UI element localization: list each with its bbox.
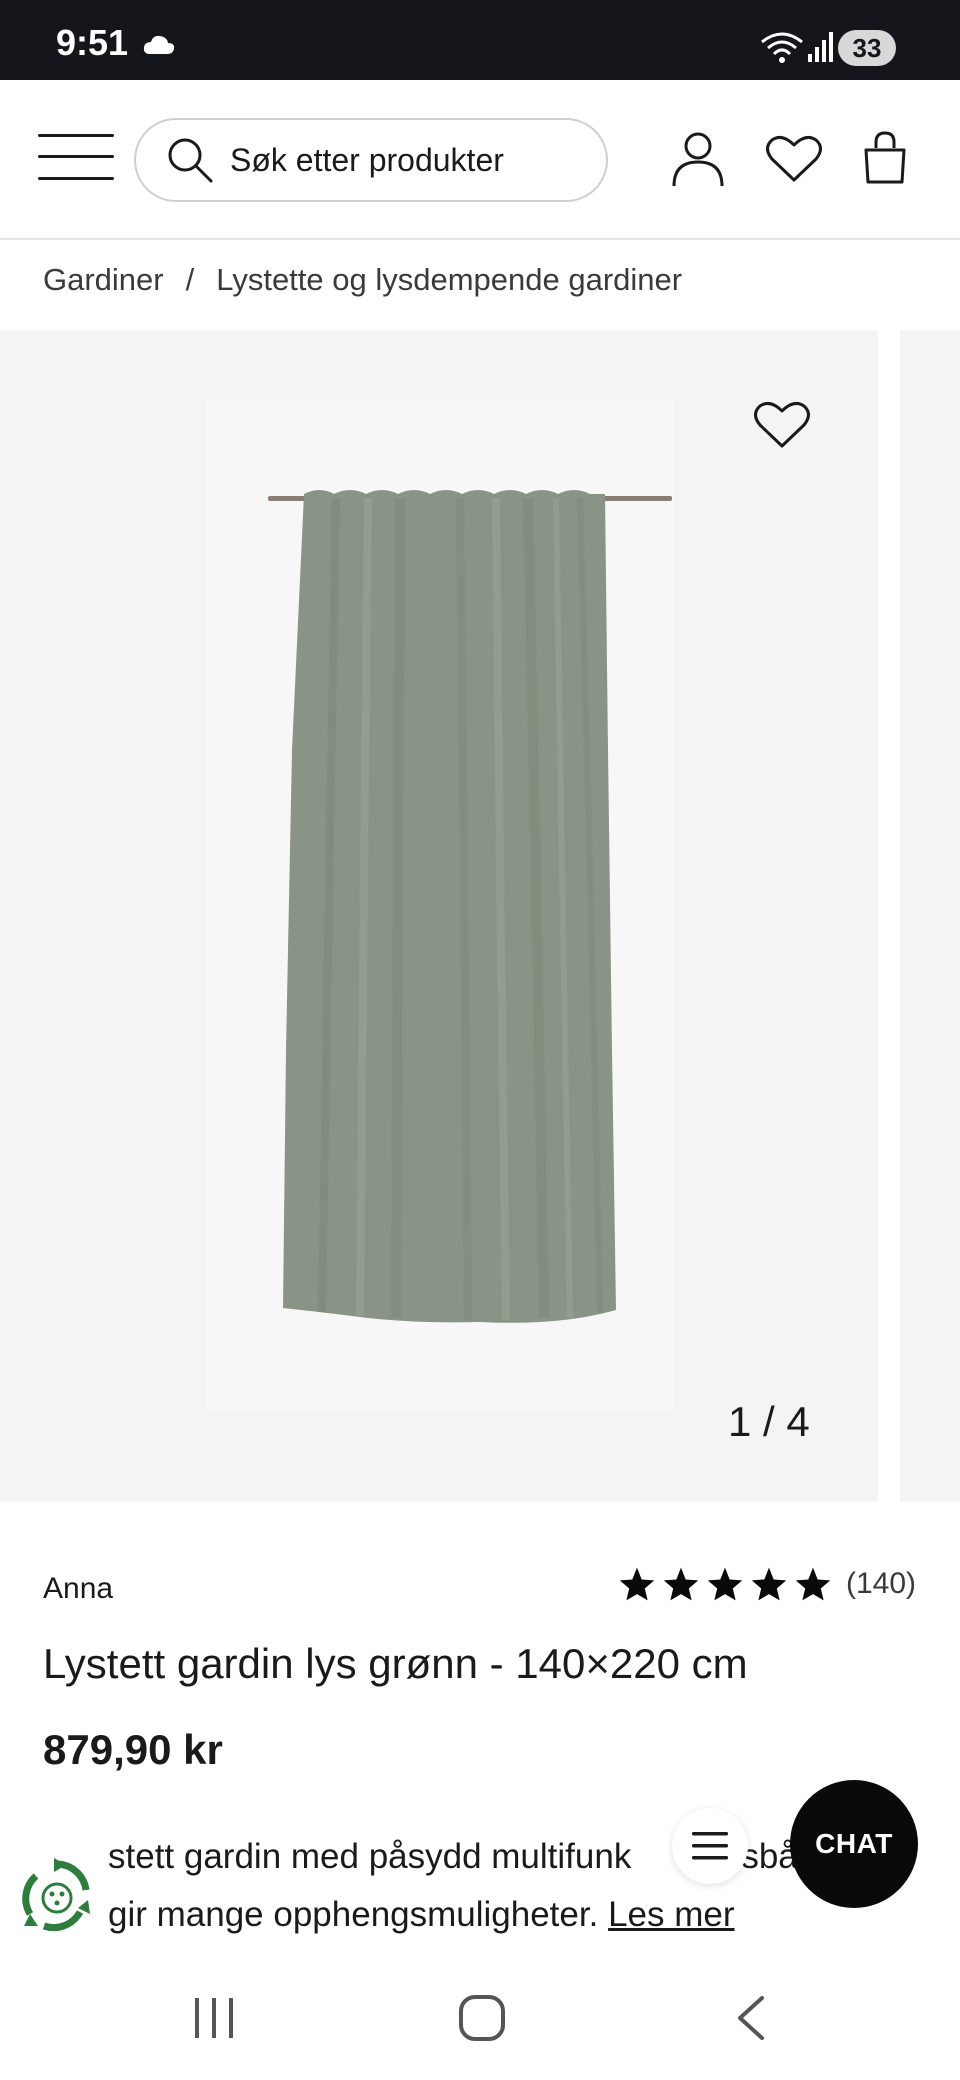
hamburger-icon [692, 1832, 728, 1860]
product-brand[interactable]: Anna [43, 1572, 113, 1606]
star-icon [663, 1567, 699, 1601]
star-icon [795, 1567, 831, 1601]
menu-icon[interactable] [38, 132, 114, 182]
rating-count: (140) [846, 1567, 917, 1600]
product-rating[interactable]: (140) [618, 1566, 916, 1602]
star-icon [619, 1567, 655, 1601]
star-icon [751, 1567, 787, 1601]
description-line-2: gir mange opphengsmuligheter. Les mer [108, 1886, 868, 1944]
star-icon [707, 1567, 743, 1601]
search-input[interactable]: Søk etter produkter [134, 118, 608, 202]
status-time: 9:51 [56, 22, 129, 63]
gallery-next-slide[interactable] [900, 330, 960, 1502]
back-icon[interactable] [734, 1994, 768, 2042]
description-text-2: gir mange opphengsmuligheter. [108, 1895, 599, 1934]
status-bar: 9:51 33 [0, 0, 960, 80]
battery-level: 33 [852, 32, 882, 63]
product-gallery[interactable]: 1 / 4 [0, 330, 960, 1502]
system-nav-bar [0, 1960, 960, 2080]
battery-indicator: 33 [838, 30, 896, 66]
read-more-link[interactable]: Les mer [608, 1895, 734, 1934]
search-icon [168, 138, 213, 183]
gallery-slide[interactable]: 1 / 4 [0, 330, 878, 1502]
product-price: 879,90 kr [43, 1726, 223, 1773]
search-placeholder: Søk etter produkter [230, 141, 504, 178]
site-header: Søk etter produkter [0, 80, 960, 240]
heart-icon[interactable] [764, 134, 824, 184]
wifi-icon [761, 32, 803, 63]
user-icon[interactable] [670, 130, 726, 188]
product-description: stett gardin med påsydd multifunk sbå gir… [108, 1828, 868, 1944]
recycle-icon[interactable] [18, 1856, 96, 1940]
breadcrumb-item-gardiner[interactable]: Gardiner [43, 262, 164, 298]
description-text-1: stett gardin med påsydd multifunk [108, 1837, 632, 1876]
cloud-icon [143, 35, 175, 54]
product-title: Lystett gardin lys grønn - 140×220 cm [43, 1640, 748, 1687]
bag-icon[interactable] [862, 130, 908, 186]
home-icon[interactable] [458, 1994, 506, 2042]
breadcrumb: Gardiner / Lystette og lysdempende gardi… [43, 262, 682, 298]
breadcrumb-separator: / [185, 262, 195, 297]
gallery-counter: 1 / 4 [728, 1398, 810, 1445]
signal-icon [808, 32, 833, 62]
floating-menu-button[interactable] [672, 1808, 748, 1884]
description-line-1: stett gardin med påsydd multifunk sbå [108, 1828, 868, 1886]
recent-apps-icon[interactable] [192, 1996, 236, 2040]
wishlist-heart-icon[interactable] [752, 400, 812, 450]
chat-button[interactable]: CHAT [790, 1780, 918, 1908]
product-image [268, 490, 672, 1323]
breadcrumb-item-category[interactable]: Lystette og lysdempende gardiner [216, 262, 682, 298]
